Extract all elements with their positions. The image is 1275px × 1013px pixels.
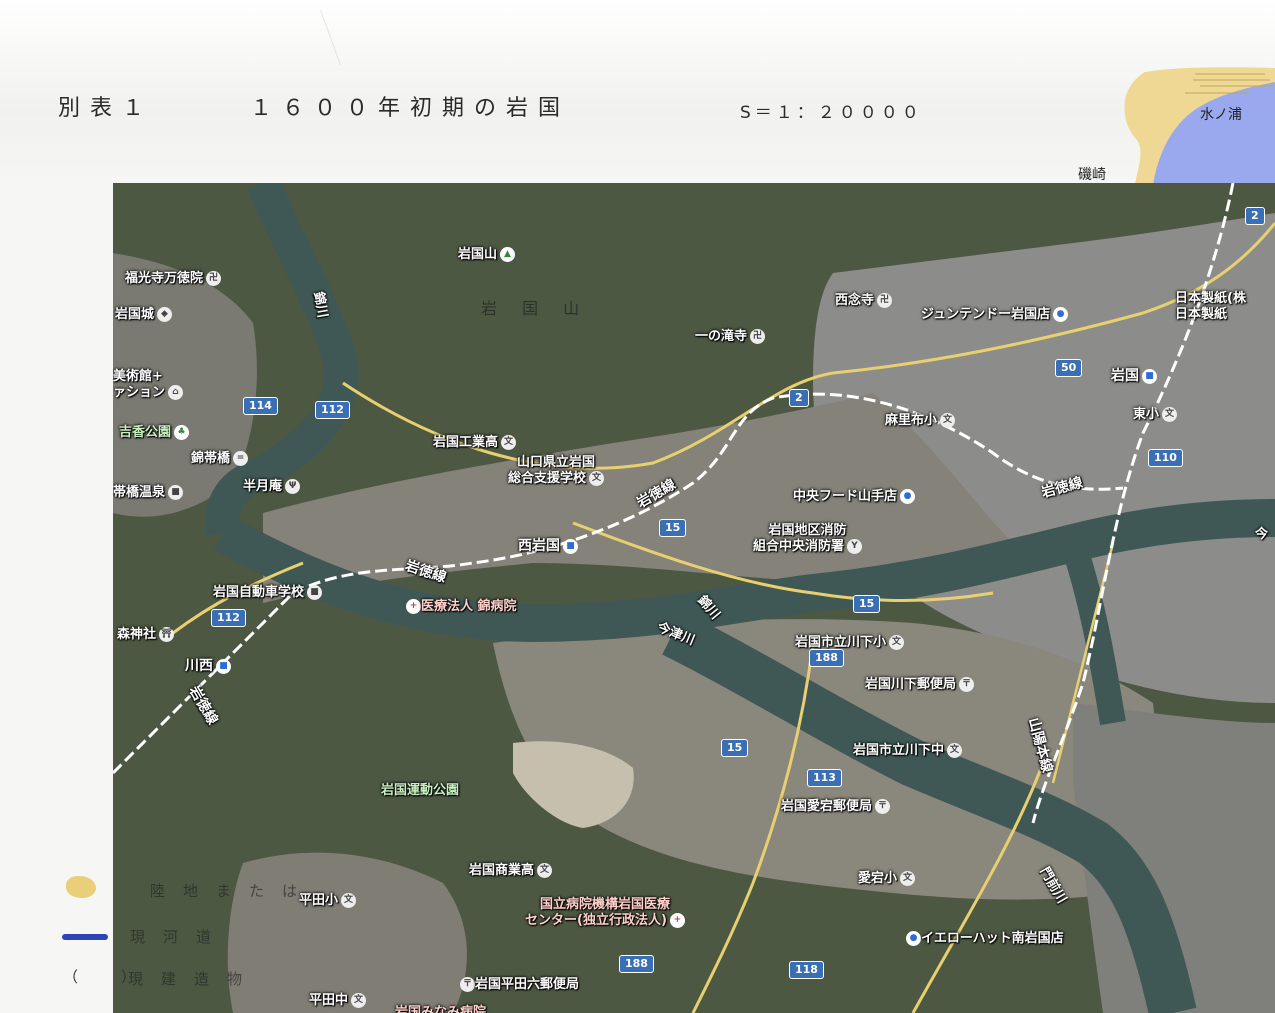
school-icon: 文: [341, 893, 357, 908]
school-icon: 文: [940, 413, 956, 428]
school-icon: 文: [589, 471, 605, 486]
route-shield-15-south: 15: [721, 739, 749, 757]
train-icon: ■: [216, 658, 231, 674]
place-bijutsukan[interactable]: 美術館+ ァション ⌂: [113, 369, 184, 401]
hospital-icon: +: [406, 599, 421, 614]
place-kawanishi-station[interactable]: 川西 ■: [185, 655, 231, 675]
map-title: １６００年初期の岩国: [250, 96, 571, 121]
route-shield-112-west: 112: [211, 609, 246, 627]
school-icon: 文: [889, 635, 905, 650]
place-jidosha-school[interactable]: 岩国自動車学校 ■: [213, 581, 323, 600]
temple-icon: 卍: [750, 329, 766, 344]
restaurant-icon: Ψ: [285, 479, 301, 494]
legend-label-river: 現河道: [130, 928, 230, 946]
route-shield-114: 114: [243, 397, 278, 415]
place-chuofood[interactable]: 中央フード山手店 ●: [793, 485, 916, 504]
place-kawashimo-junior[interactable]: 岩国市立川下中文: [853, 739, 963, 758]
place-saionji[interactable]: 西念寺卍: [835, 289, 893, 308]
place-fukukoji[interactable]: 福光寺万徳院卍: [125, 267, 222, 286]
place-ichinotaki[interactable]: 一の滝寺卍: [695, 325, 766, 344]
place-nipponseishi[interactable]: 日本製紙(株 日本製紙: [1175, 291, 1246, 323]
place-kikko-park[interactable]: 吉香公園 ♣: [119, 421, 190, 440]
museum-icon: ⌂: [168, 385, 184, 400]
hotel-icon: ■: [168, 485, 184, 500]
inset-label-isozaki: 磯崎: [1078, 167, 1106, 183]
place-hirata-junior[interactable]: 平田中文: [309, 989, 367, 1008]
mountain-icon: ▲: [500, 247, 516, 262]
post-office-icon: 〒: [460, 977, 475, 992]
place-higashi-elementary[interactable]: 東小文: [1133, 403, 1178, 422]
castle-icon: ◆: [157, 307, 173, 322]
route-shield-118: 118: [789, 961, 824, 979]
route-shield-15-central: 15: [659, 519, 687, 537]
place-shien-school[interactable]: 山口県立岩国 総合支援学校文: [508, 455, 605, 487]
legend-label-building: 現建造物: [128, 970, 261, 988]
school-icon: 文: [1162, 407, 1178, 422]
place-hirata-post[interactable]: 〒岩国平田六郵便局: [457, 973, 579, 992]
legend-label-old-land: 陸地または: [150, 882, 316, 900]
school-icon: 文: [351, 993, 367, 1008]
shop-icon: ●: [900, 489, 916, 504]
route-shield-188-north: 188: [809, 649, 844, 667]
place-commercial-high[interactable]: 岩国商業高文: [469, 859, 553, 878]
place-nishiki-hospital[interactable]: + 医療法人 錦病院: [403, 595, 517, 614]
school-icon: 文: [900, 871, 916, 886]
place-fire-station[interactable]: 岩国地区消防 組合中央消防署 Y: [753, 523, 863, 555]
place-yellowhat[interactable]: ● イエローハット南岩国店: [903, 927, 1064, 946]
route-shield-112-north: 112: [315, 401, 350, 419]
route-shield-110: 110: [1148, 449, 1183, 467]
place-sports-park[interactable]: 岩国運動公園: [381, 779, 459, 798]
school-icon: 文: [537, 863, 553, 878]
place-juntendo[interactable]: ジュンテンドー岩国店 ●: [921, 303, 1069, 322]
fire-station-icon: Y: [847, 539, 863, 554]
place-iwakuniyama[interactable]: 岩国山 ▲: [458, 243, 516, 262]
school-icon: 文: [947, 743, 963, 758]
hospital-icon: +: [669, 913, 685, 928]
legend-swatch-river: [62, 934, 108, 940]
place-nishiiwakuni-station[interactable]: 西岩国 ■: [518, 535, 578, 555]
park-icon: ♣: [174, 425, 190, 440]
place-minami-hospital[interactable]: 岩国みなみ病院: [395, 1001, 486, 1013]
place-medical-center[interactable]: 国立病院機構岩国医療 センター(独立行政法人) +: [525, 897, 685, 929]
route-shield-50: 50: [1055, 359, 1083, 377]
place-ima[interactable]: 今: [1255, 523, 1268, 542]
shrine-icon: ⛩: [159, 627, 175, 642]
shop-icon: ●: [1053, 307, 1069, 322]
place-iwakuni-station[interactable]: 岩国 ■: [1111, 365, 1157, 385]
place-asafu-elementary[interactable]: 麻里布小文: [885, 409, 956, 428]
place-atago-elementary[interactable]: 愛宕小文: [858, 867, 916, 886]
temple-icon: 卍: [206, 271, 222, 286]
place-kintaikyo[interactable]: 錦帯橋 =: [191, 447, 249, 466]
school-icon: 文: [501, 435, 517, 450]
inset-label-mizunoura: 水ノ浦: [1200, 107, 1242, 123]
place-hangetsuan[interactable]: 半月庵 Ψ: [243, 475, 301, 494]
place-kogyo-high[interactable]: 岩国工業高文: [433, 431, 517, 450]
legend-swatch-old-land: [66, 876, 96, 898]
place-kawashimo-elementary[interactable]: 岩国市立川下小文: [795, 631, 905, 650]
route-shield-15-east: 15: [853, 595, 881, 613]
route-shield-2: 2: [789, 389, 809, 407]
route-shield-188-south: 188: [619, 955, 654, 973]
school-icon: ■: [307, 585, 323, 600]
place-kawashimo-post[interactable]: 岩国川下郵便局〒: [865, 673, 975, 692]
route-shield-2-northeast: 2: [1245, 207, 1265, 225]
place-mori-shrine[interactable]: 森神社 ⛩: [117, 623, 175, 642]
shop-icon: ●: [906, 931, 921, 946]
post-office-icon: 〒: [875, 799, 891, 814]
temple-icon: 卍: [877, 293, 893, 308]
bridge-icon: =: [233, 451, 249, 466]
train-icon: ■: [1142, 368, 1157, 384]
place-onsen[interactable]: 帯橋温泉 ■: [113, 481, 184, 500]
place-atago-post[interactable]: 岩国愛宕郵便局〒: [781, 795, 891, 814]
route-shield-113: 113: [807, 769, 842, 787]
post-office-icon: 〒: [959, 677, 975, 692]
table-label: 別表１: [58, 96, 155, 121]
place-iwakunijo[interactable]: 岩国城 ◆: [115, 303, 173, 322]
map-scale: S＝１：２００００: [740, 103, 923, 123]
train-icon: ■: [563, 538, 578, 554]
faded-label-iwakuniyama: 岩 国 山: [481, 299, 590, 318]
